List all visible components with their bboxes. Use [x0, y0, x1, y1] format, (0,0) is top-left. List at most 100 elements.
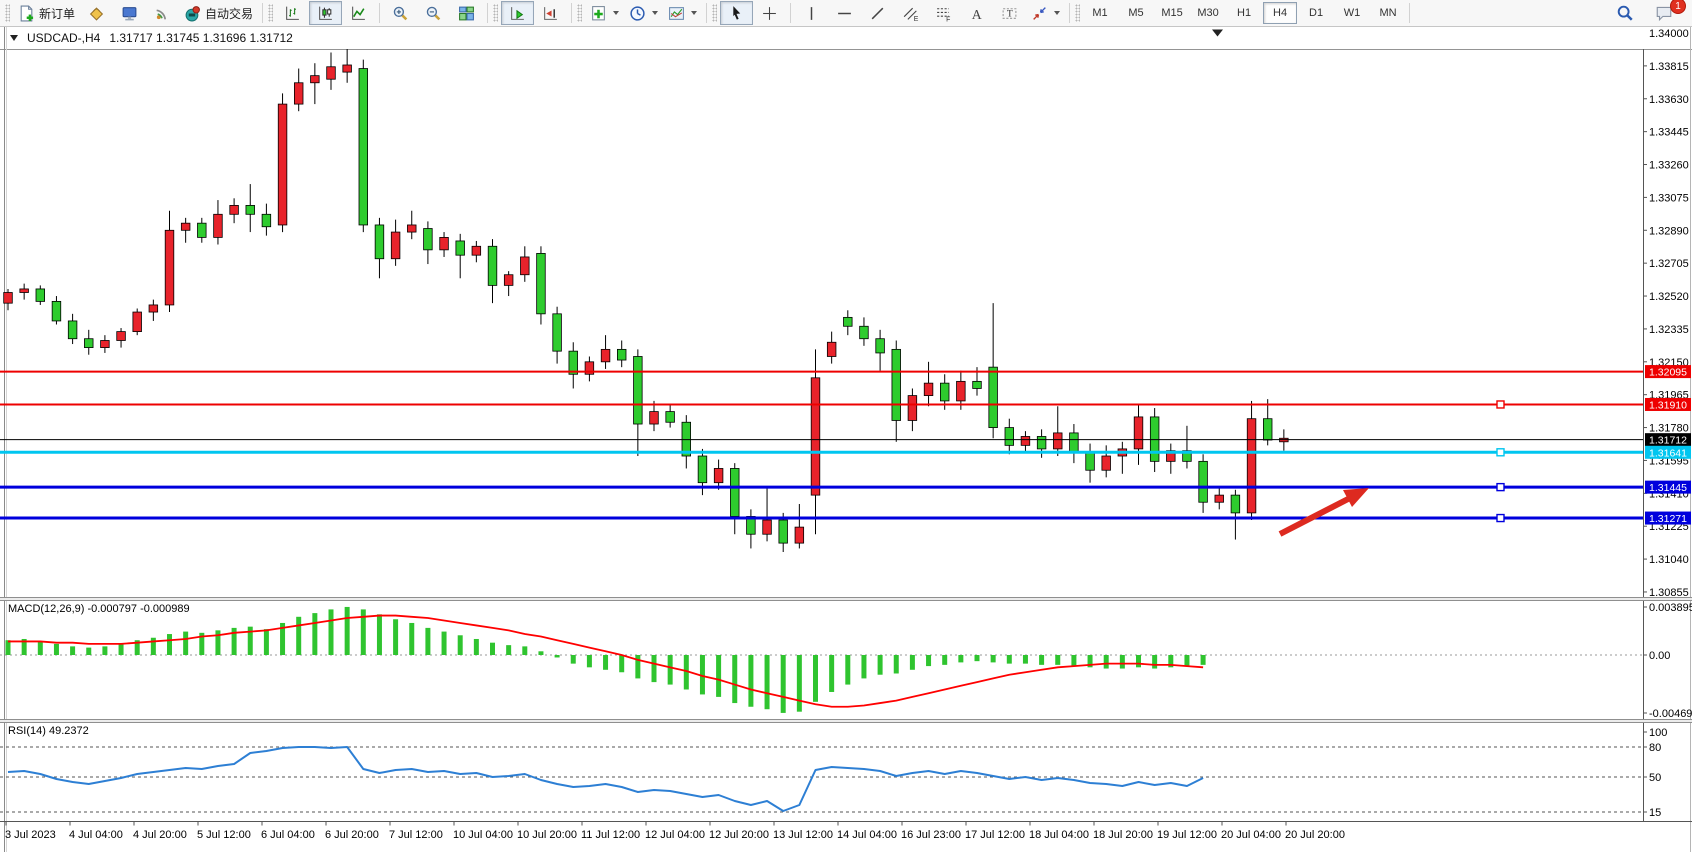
cursor-button[interactable]	[720, 1, 753, 25]
bar-chart-button[interactable]	[276, 1, 309, 25]
auto-scroll-button[interactable]	[501, 1, 534, 25]
time-tick-label: 18 Jul 20:00	[1093, 829, 1153, 841]
crosshair-button[interactable]	[753, 1, 786, 25]
line-chart-icon	[350, 5, 367, 22]
autotrading-icon	[184, 5, 201, 22]
chart-canvas[interactable]: 1.340001.338151.336301.334451.332601.330…	[0, 0, 1692, 852]
line-handle[interactable]	[1497, 449, 1504, 456]
zoom-out-button[interactable]	[417, 1, 450, 25]
tile-windows-button[interactable]	[450, 1, 483, 25]
timeframe-mn-button[interactable]: MN	[1371, 2, 1405, 24]
templates-icon	[668, 5, 685, 22]
candlestick-chart-button[interactable]	[309, 1, 342, 25]
zoom-out-icon	[425, 5, 442, 22]
macd-pane[interactable]: MACD(12,26,9) -0.000797 -0.000989 0.00389…	[0, 602, 1692, 720]
toolbar-drag-handle[interactable]	[712, 4, 717, 22]
toolbar-drag-handle[interactable]	[577, 4, 582, 22]
chart-ohlc-values: 1.31717 1.31745 1.31696 1.31712	[109, 31, 293, 45]
text-label-button[interactable]: T	[993, 1, 1026, 25]
toolbar-separator	[262, 3, 263, 23]
time-tick-label: 17 Jul 12:00	[965, 829, 1025, 841]
periods-icon	[629, 5, 646, 22]
time-tick-label: 10 Jul 04:00	[453, 829, 513, 841]
price-lines[interactable]: 1.320951.319101.317121.316411.314451.312…	[0, 365, 1691, 525]
timeframe-h1-button[interactable]: H1	[1227, 2, 1261, 24]
time-tick-label: 4 Jul 04:00	[69, 829, 123, 841]
price-tick-label: 1.33075	[1649, 192, 1689, 204]
time-tick-label: 19 Jul 12:00	[1157, 829, 1217, 841]
signal-icon	[154, 5, 171, 22]
toolbar: 新订单 自动交易	[0, 0, 1692, 27]
toolbar-drag-handle[interactable]	[493, 4, 498, 22]
price-tag	[1645, 446, 1691, 459]
dropdown-caret	[613, 11, 619, 15]
time-tick-label: 14 Jul 04:00	[837, 829, 897, 841]
styler-button[interactable]	[80, 1, 113, 25]
bar-chart-icon	[284, 5, 301, 22]
macd-tick-label: 0.003895	[1649, 602, 1692, 614]
macd-label: MACD(12,26,9) -0.000797 -0.000989	[8, 603, 190, 615]
price-tag	[1645, 365, 1691, 378]
line-handle[interactable]	[1497, 515, 1504, 522]
fibonacci-icon: F	[935, 5, 952, 22]
toolbar-drag-handle[interactable]	[268, 4, 273, 22]
chart-shift-icon	[542, 5, 559, 22]
timeframe-w1-button[interactable]: W1	[1335, 2, 1369, 24]
publisher-button[interactable]	[113, 1, 146, 25]
time-tick-label: 20 Jul 04:00	[1221, 829, 1281, 841]
timeframe-m1-button[interactable]: M1	[1083, 2, 1117, 24]
price-tick-label: 1.31225	[1649, 521, 1689, 533]
line-handle[interactable]	[1497, 401, 1504, 408]
trendline-button[interactable]	[861, 1, 894, 25]
channel-button[interactable]: E	[894, 1, 927, 25]
price-tick-label: 1.32705	[1649, 258, 1689, 270]
fibonacci-button[interactable]: F	[927, 1, 960, 25]
line-chart-button[interactable]	[342, 1, 375, 25]
signals-button[interactable]	[146, 1, 179, 25]
search-button[interactable]	[1608, 1, 1641, 25]
periods-button[interactable]	[624, 1, 663, 25]
vertical-line-button[interactable]	[795, 1, 828, 25]
chat-button[interactable]: 1	[1647, 1, 1680, 25]
timeframe-d1-button[interactable]: D1	[1299, 2, 1333, 24]
templates-button[interactable]	[663, 1, 702, 25]
price-tick-label: 1.31780	[1649, 423, 1689, 435]
price-tag	[1645, 481, 1691, 494]
price-tick-label: 1.31410	[1649, 488, 1689, 500]
timeframe-m15-button[interactable]: M15	[1155, 2, 1189, 24]
time-tick-label: 16 Jul 23:00	[901, 829, 961, 841]
chart-menu-icon[interactable]	[10, 35, 18, 41]
price-tag	[1645, 398, 1691, 411]
price-axis[interactable]: 1.340001.338151.336301.334451.332601.330…	[1643, 28, 1689, 822]
timeframe-h4-button[interactable]: H4	[1263, 2, 1297, 24]
timeframe-m5-button[interactable]: M5	[1119, 2, 1153, 24]
price-tick-label: 1.32890	[1649, 225, 1689, 237]
time-axis[interactable]: 3 Jul 20234 Jul 04:004 Jul 20:005 Jul 12…	[0, 822, 1692, 842]
line-handle[interactable]	[1497, 484, 1504, 491]
rsi-tick-label: 15	[1649, 807, 1661, 819]
price-tick-label: 1.33260	[1649, 160, 1689, 172]
macd-signal-line	[8, 616, 1203, 707]
toolbar-drag-handle[interactable]	[5, 4, 10, 22]
autotrading-button[interactable]: 自动交易	[179, 1, 258, 25]
annotation-arrow[interactable]	[1280, 488, 1369, 534]
toolbar-drag-handle[interactable]	[1075, 4, 1080, 22]
horizontal-line-button[interactable]	[828, 1, 861, 25]
timeframe-m30-button[interactable]: M30	[1191, 2, 1225, 24]
auto-scroll-icon	[509, 5, 526, 22]
cursor-icon	[728, 5, 745, 22]
price-tick-label: 1.30855	[1649, 587, 1689, 599]
new-order-label: 新订单	[39, 5, 75, 22]
shapes-button[interactable]	[1026, 1, 1065, 25]
time-tick-label: 7 Jul 12:00	[389, 829, 443, 841]
macd-tick-label: -0.004699	[1649, 708, 1692, 720]
text-button[interactable]: A	[960, 1, 993, 25]
toolbar-separator	[706, 3, 707, 23]
rsi-pane[interactable]: 100805015RSI(14) 49.2372	[0, 725, 1667, 819]
zoom-in-button[interactable]	[384, 1, 417, 25]
chart-shift-button[interactable]	[534, 1, 567, 25]
candles[interactable]	[4, 47, 1288, 552]
new-order-button[interactable]: 新订单	[13, 1, 80, 25]
indicators-button[interactable]	[585, 1, 624, 25]
vertical-line-icon	[803, 5, 820, 22]
